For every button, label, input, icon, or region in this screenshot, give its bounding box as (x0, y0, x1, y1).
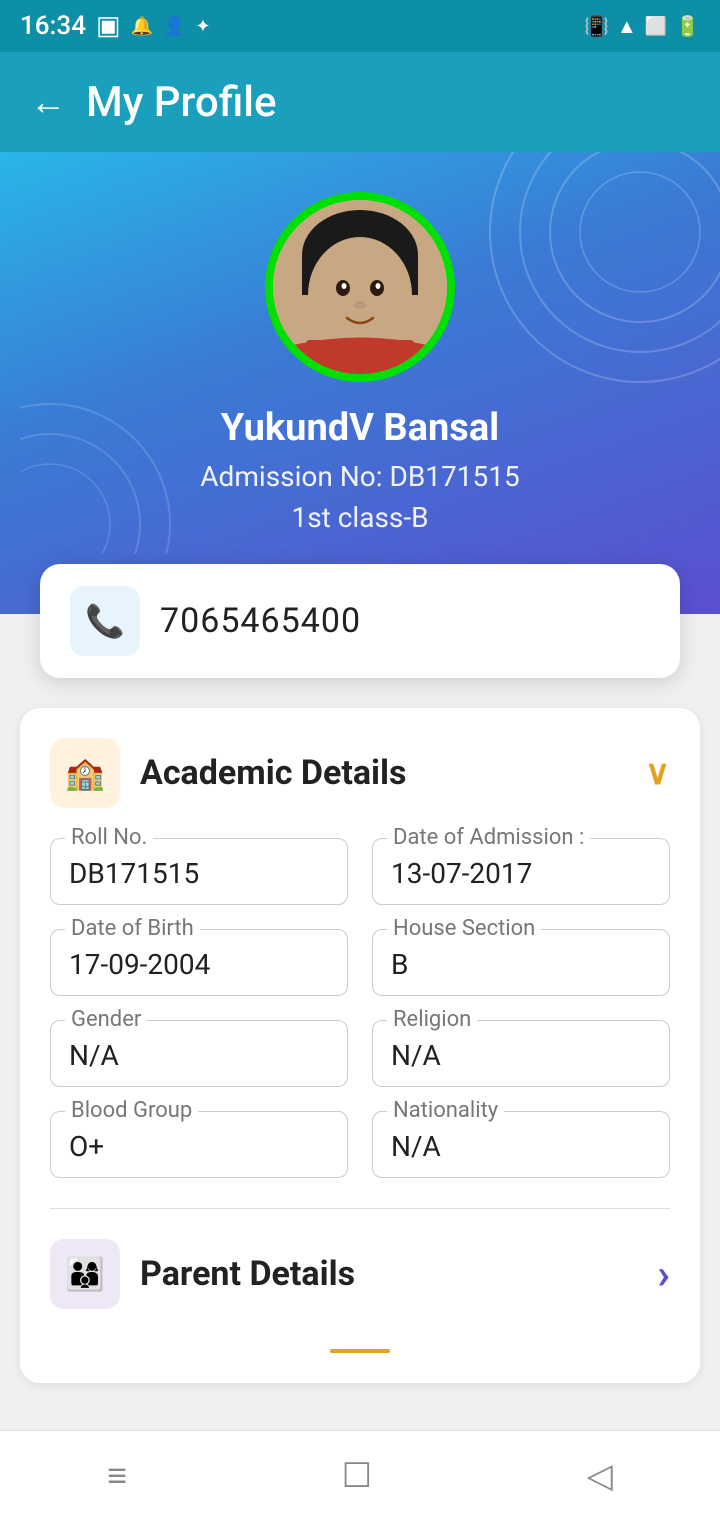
date-of-admission-field: Date of Admission : 13-07-2017 (372, 838, 670, 905)
status-right: 📳 ▲ ⬜ 🔋 (584, 14, 700, 39)
phone-card-wrapper: 📞 7065465400 (0, 564, 720, 678)
banner-decoration-right (440, 152, 720, 432)
class-info: 1st class-B (291, 501, 428, 534)
academic-fields-grid: Roll No. DB171515 Date of Admission : 13… (50, 838, 670, 1178)
date-of-birth-value: 17-09-2004 (69, 948, 210, 981)
details-card: 🏫 Academic Details ∨ Roll No. DB171515 D… (20, 708, 700, 1383)
profile-banner: YukundV Bansal Admission No: DB171515 1s… (0, 152, 720, 614)
gender-field: Gender N/A (50, 1020, 348, 1087)
parent-icon: 👨‍👩‍👦 (65, 1255, 105, 1293)
status-left: 16:34 ▣ 🔔 👤 ✦ (20, 11, 210, 41)
house-section-field: House Section B (372, 929, 670, 996)
roll-no-field: Roll No. DB171515 (50, 838, 348, 905)
admission-number: Admission No: DB171515 (200, 460, 519, 493)
phone-icon: 📞 (85, 602, 125, 640)
banner-decoration-left (20, 354, 220, 554)
blood-group-field: Blood Group O+ (50, 1111, 348, 1178)
status-notif-icon: 🔔 (131, 16, 153, 37)
status-portrait-icon: 👤 (163, 16, 185, 37)
nav-back-icon[interactable]: ◁ (587, 1456, 613, 1496)
back-button[interactable]: ← (30, 81, 66, 123)
nationality-value: N/A (391, 1130, 441, 1163)
nav-home-icon[interactable]: ☐ (342, 1456, 372, 1496)
parent-section-title: Parent Details (140, 1254, 637, 1294)
date-of-admission-label: Date of Admission : (387, 825, 590, 850)
phone-card: 📞 7065465400 (40, 564, 680, 678)
religion-label: Religion (387, 1007, 477, 1032)
academic-chevron-icon: ∨ (645, 753, 670, 793)
academic-section-title: Academic Details (140, 753, 625, 793)
main-content: 🏫 Academic Details ∨ Roll No. DB171515 D… (0, 678, 720, 1413)
page-title: My Profile (86, 78, 276, 127)
gender-value: N/A (69, 1039, 119, 1072)
status-bt-icon: ✦ (195, 16, 210, 37)
avatar (265, 192, 455, 382)
academic-icon-box: 🏫 (50, 738, 120, 808)
avatar-image (273, 200, 447, 374)
nav-menu-icon[interactable]: ≡ (107, 1456, 127, 1496)
status-time: 16:34 (20, 11, 86, 41)
app-header: ← My Profile (0, 52, 720, 152)
status-sim-icon: ▣ (96, 11, 121, 41)
parent-chevron-icon: › (657, 1250, 670, 1299)
blood-group-value: O+ (69, 1130, 104, 1163)
screen-icon: ⬜ (645, 16, 667, 37)
bottom-nav: ≡ ☐ ◁ (0, 1430, 720, 1520)
wifi-icon: ▲ (617, 14, 637, 39)
phone-number: 7065465400 (160, 601, 361, 641)
academic-icon: 🏫 (65, 754, 105, 792)
vibrate-icon: 📳 (584, 14, 609, 38)
parent-section[interactable]: 👨‍👩‍👦 Parent Details › (50, 1229, 670, 1319)
house-section-label: House Section (387, 916, 541, 941)
gender-label: Gender (65, 1007, 147, 1032)
date-of-admission-value: 13-07-2017 (391, 857, 532, 890)
house-section-value: B (391, 948, 408, 981)
nationality-field: Nationality N/A (372, 1111, 670, 1178)
battery-icon: 🔋 (675, 14, 700, 38)
phone-icon-box: 📞 (70, 586, 140, 656)
nationality-label: Nationality (387, 1098, 504, 1123)
religion-field: Religion N/A (372, 1020, 670, 1087)
student-name: YukundV Bansal (221, 406, 499, 450)
roll-no-label: Roll No. (65, 825, 153, 850)
roll-no-value: DB171515 (69, 857, 199, 890)
date-of-birth-field: Date of Birth 17-09-2004 (50, 929, 348, 996)
academic-section-header[interactable]: 🏫 Academic Details ∨ (50, 738, 670, 808)
parent-icon-box: 👨‍👩‍👦 (50, 1239, 120, 1309)
date-of-birth-label: Date of Birth (65, 916, 200, 941)
status-bar: 16:34 ▣ 🔔 👤 ✦ 📳 ▲ ⬜ 🔋 (0, 0, 720, 52)
religion-value: N/A (391, 1039, 441, 1072)
section-divider (50, 1208, 670, 1209)
blood-group-label: Blood Group (65, 1098, 198, 1123)
